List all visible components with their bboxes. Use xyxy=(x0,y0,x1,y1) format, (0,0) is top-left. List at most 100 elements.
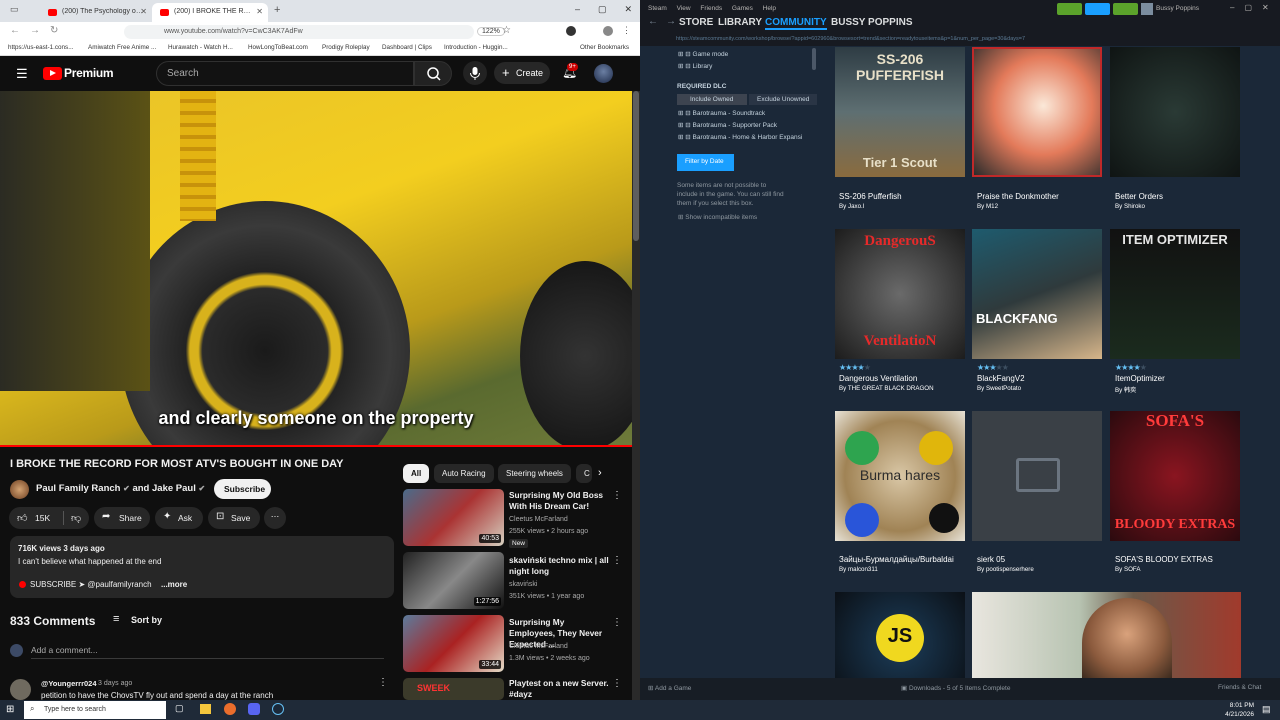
channel-avatar[interactable] xyxy=(10,480,29,499)
window-controls[interactable]: –▢✕ xyxy=(575,4,650,15)
workshop-item-title[interactable]: Better Orders xyxy=(1115,192,1163,201)
friends-chat-button[interactable]: Friends & Chat xyxy=(1218,684,1261,691)
add-comment-input[interactable]: Add a comment... xyxy=(31,645,384,659)
rec-channel[interactable]: Cleetus McFarland xyxy=(509,643,568,650)
add-game-button[interactable]: ⊞ Add a Game xyxy=(648,684,691,692)
workshop-item-title[interactable]: Зайцы-Бурмалдайцы/Burbaldai xyxy=(839,555,966,564)
bookmark-item[interactable]: Introduction - Huggin... xyxy=(444,44,520,51)
workshop-item-title[interactable]: SOFA'S BLOODY EXTRAS xyxy=(1115,555,1213,564)
bookmark-item[interactable]: Amiwatch Free Anime ... xyxy=(88,44,160,51)
dlc-home-harbor[interactable]: ⊞ ⊟ Barotrauma - Home & Harbor Expansi xyxy=(678,133,818,141)
comment-author[interactable]: @Youngerrr024 xyxy=(41,679,97,688)
chip-all[interactable]: All xyxy=(403,464,430,483)
steam-taskbar-icon[interactable] xyxy=(272,703,284,715)
bookmark-item[interactable]: HowLongToBeat.com xyxy=(248,44,316,51)
windows-start-icon[interactable]: ⊞ xyxy=(6,704,14,715)
rec-thumbnail[interactable]: 1:27:56 xyxy=(403,552,504,609)
workshop-item-thumb[interactable]: SS-206 PUFFERFISH Tier 1 Scout xyxy=(835,47,965,177)
workshop-item-thumb[interactable]: DangerouS VentilatioN xyxy=(835,229,965,359)
page-scrollbar[interactable] xyxy=(632,91,640,700)
commenter-avatar[interactable] xyxy=(10,679,31,700)
ask-button[interactable]: ✦ Ask xyxy=(155,507,203,529)
steam-menu[interactable]: Steam View Friends Games Help xyxy=(648,5,776,12)
close-tab-icon[interactable]: ✕ xyxy=(140,7,147,16)
youtube-logo-text[interactable]: Premium xyxy=(64,66,114,80)
nav-library[interactable]: LIBRARY xyxy=(718,17,762,28)
task-view-icon[interactable]: ▢ xyxy=(175,703,184,714)
workshop-item-title[interactable]: SS-206 Pufferfish xyxy=(839,192,902,201)
dislike-icon[interactable]: 👎︎ xyxy=(71,512,81,524)
workshop-item-thumb[interactable] xyxy=(972,47,1102,177)
rec-channel[interactable]: skaviński xyxy=(509,581,537,588)
create-button[interactable]: + Create xyxy=(494,62,550,84)
nav-profile[interactable]: BUSSY POPPINS xyxy=(831,17,913,28)
workshop-item-title[interactable]: ItemOptimizer xyxy=(1115,374,1165,383)
save-button[interactable]: ⊡ Save xyxy=(208,507,260,529)
voice-search-button[interactable] xyxy=(463,61,487,85)
filter-game-mode[interactable]: ⊞ ⊟ Game mode xyxy=(678,50,728,58)
rec-menu-icon[interactable]: ⋮ xyxy=(612,678,622,689)
chip-partial[interactable]: C xyxy=(576,464,592,483)
rec-thumbnail[interactable]: 40:53 xyxy=(403,489,504,546)
workshop-item-author[interactable]: By Shiroko xyxy=(1115,203,1145,210)
menu-kebab-icon[interactable]: ⋮ xyxy=(622,25,631,36)
workshop-item-author[interactable]: By malcon311 xyxy=(839,566,878,573)
tab-list-icon[interactable]: ▭ xyxy=(10,4,19,15)
workshop-item-thumb[interactable]: BLACKFANG xyxy=(972,229,1102,359)
bookmark-item[interactable]: Prodigy Roleplay xyxy=(322,44,378,51)
firefox-icon[interactable] xyxy=(224,703,236,715)
tab-current-video[interactable]: (200) I BROKE THE RECORD ✕ xyxy=(152,3,268,22)
rec-title[interactable]: Playtest on a new Server. #dayz xyxy=(509,678,609,700)
like-icon[interactable]: 👍︎ xyxy=(17,512,27,524)
rec-title[interactable]: skaviński techno mix | all night long xyxy=(509,555,609,577)
workshop-item-thumb[interactable]: SOFA'S BLOODY EXTRAS xyxy=(1110,411,1240,541)
include-owned-button[interactable]: Include Owned xyxy=(677,94,747,105)
zoom-indicator[interactable]: 122% xyxy=(477,27,505,36)
workshop-item-author[interactable]: By SOFA xyxy=(1115,566,1140,573)
workshop-item-title[interactable]: BlackFangV2 xyxy=(977,374,1025,383)
steam-username[interactable]: Bussy Poppins xyxy=(1156,5,1199,12)
new-tab-icon[interactable]: + xyxy=(274,4,280,16)
chevron-right-icon[interactable]: › xyxy=(598,467,602,479)
profile-icon[interactable] xyxy=(603,26,613,36)
sidebar-scrollbar[interactable] xyxy=(812,48,816,70)
filter-by-date-button[interactable]: Filter by Date xyxy=(677,154,734,171)
notification-center-icon[interactable]: ▤ xyxy=(1262,704,1271,715)
rec-menu-icon[interactable]: ⋮ xyxy=(612,555,622,566)
rec-menu-icon[interactable]: ⋮ xyxy=(612,617,622,628)
youtube-logo-icon[interactable] xyxy=(43,67,62,80)
steam-url[interactable]: https://steamcommunity.com/workshop/brow… xyxy=(676,36,1196,42)
address-bar[interactable]: www.youtube.com/watch?v=CwC3AK7AdFw xyxy=(124,25,474,39)
workshop-item-author[interactable]: By THE GREAT BLACK DRAGON xyxy=(839,385,934,392)
steam-avatar[interactable] xyxy=(1141,3,1153,15)
close-tab-icon[interactable]: ✕ xyxy=(256,7,263,16)
bookmark-item[interactable]: https://us-east-1.cons... xyxy=(8,44,80,51)
bookmark-star-icon[interactable]: ☆ xyxy=(502,25,511,36)
friends-activity-icon[interactable] xyxy=(1057,3,1082,15)
exclude-unowned-button[interactable]: Exclude Unowned xyxy=(749,94,817,105)
rec-title[interactable]: Surprising My Old Boss With His Dream Ca… xyxy=(509,490,609,512)
workshop-item-thumb[interactable] xyxy=(1110,47,1240,177)
steam-window-controls[interactable]: –▢✕ xyxy=(1230,3,1279,12)
sort-icon[interactable]: ≡ xyxy=(113,613,119,625)
clock-time[interactable]: 8:01 PM xyxy=(1224,702,1254,709)
rec-menu-icon[interactable]: ⋮ xyxy=(612,490,622,501)
channel-names[interactable]: Paul Family Ranch ✔ and Jake Paul ✔ xyxy=(36,483,205,494)
nav-community[interactable]: COMMUNITY xyxy=(765,17,827,30)
taskbar-search[interactable]: ⌕ Type here to search xyxy=(24,701,166,719)
extension-icon[interactable] xyxy=(566,26,576,36)
workshop-item-thumb[interactable]: ITEM OPTIMIZER xyxy=(1110,229,1240,359)
rec-channel[interactable]: Cleetus McFarland xyxy=(509,516,568,523)
workshop-item-title[interactable]: sierk 05 xyxy=(977,555,1005,564)
sort-by-button[interactable]: Sort by xyxy=(131,615,162,625)
description-subscribe-link[interactable]: SUBSCRIBE ➤ @paulfamilyranch xyxy=(30,580,152,589)
nav-store[interactable]: STORE xyxy=(679,17,713,28)
workshop-item-thumb[interactable]: Burma hares xyxy=(835,411,965,541)
discord-icon[interactable] xyxy=(248,703,260,715)
dlc-soundtrack[interactable]: ⊞ ⊟ Barotrauma - Soundtrack xyxy=(678,109,818,117)
bookmark-folder[interactable]: Other Bookmarks xyxy=(580,44,636,51)
workshop-item-author[interactable]: By pootispenserhere xyxy=(977,566,1034,573)
search-input[interactable]: Search xyxy=(156,61,414,86)
video-progress-bar[interactable] xyxy=(0,91,632,447)
workshop-item-title[interactable]: Praise the Donkmother xyxy=(977,192,1059,201)
